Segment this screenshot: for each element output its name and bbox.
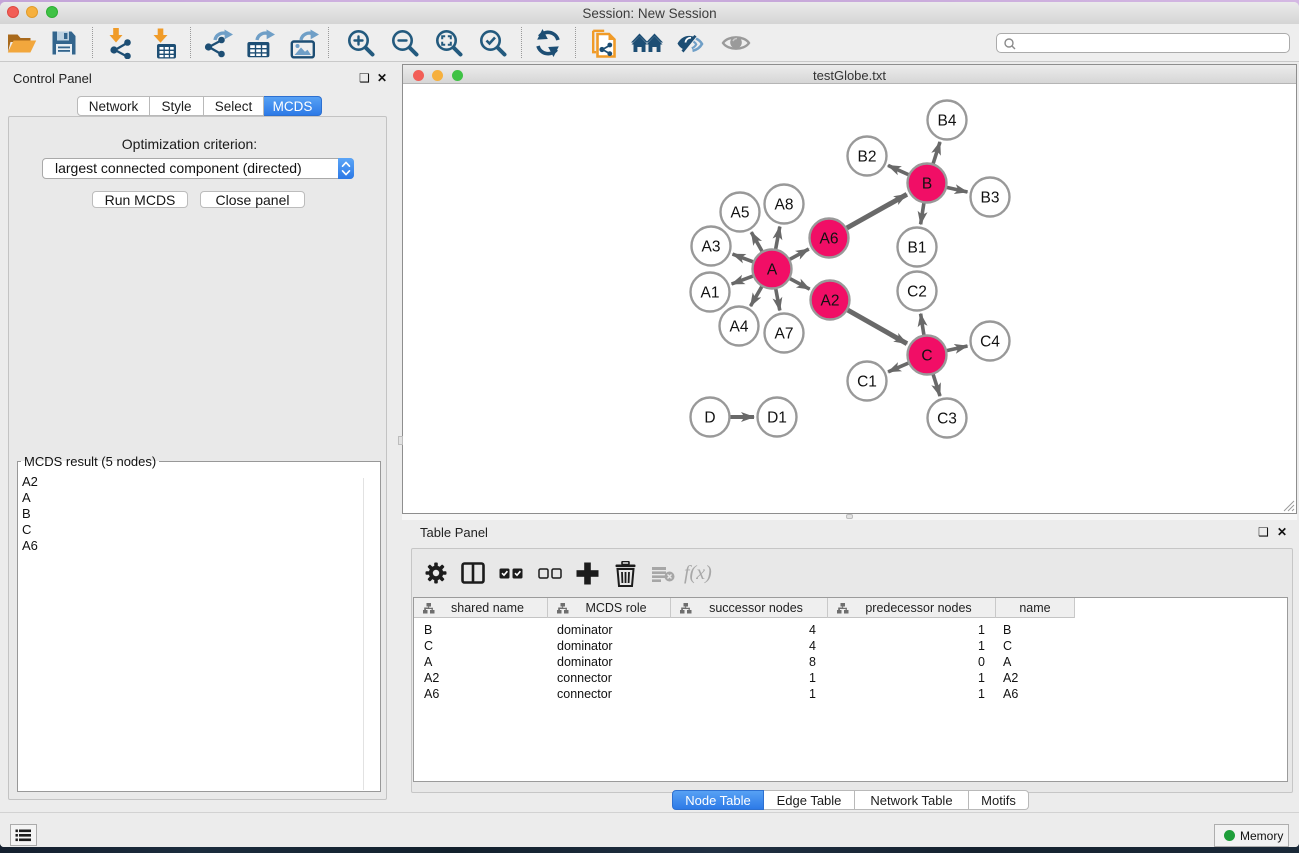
svg-text:A3: A3: [702, 239, 721, 256]
svg-text:B1: B1: [908, 240, 927, 257]
svg-text:C1: C1: [857, 374, 877, 391]
svg-text:D: D: [704, 410, 715, 427]
svg-text:A1: A1: [701, 285, 720, 302]
svg-text:A5: A5: [731, 205, 750, 222]
svg-text:A6: A6: [820, 231, 839, 248]
svg-text:C3: C3: [937, 411, 957, 428]
svg-text:B: B: [922, 176, 932, 193]
svg-text:A7: A7: [775, 326, 794, 343]
svg-text:C4: C4: [980, 334, 1000, 351]
svg-text:A: A: [767, 262, 778, 279]
svg-text:A4: A4: [730, 319, 749, 336]
svg-text:C2: C2: [907, 284, 927, 301]
svg-text:C: C: [921, 348, 932, 365]
svg-text:B4: B4: [938, 113, 957, 130]
svg-text:B3: B3: [981, 190, 1000, 207]
svg-text:B2: B2: [858, 149, 877, 166]
svg-text:A2: A2: [821, 293, 840, 310]
svg-text:A8: A8: [775, 197, 794, 214]
svg-text:D1: D1: [767, 410, 787, 427]
